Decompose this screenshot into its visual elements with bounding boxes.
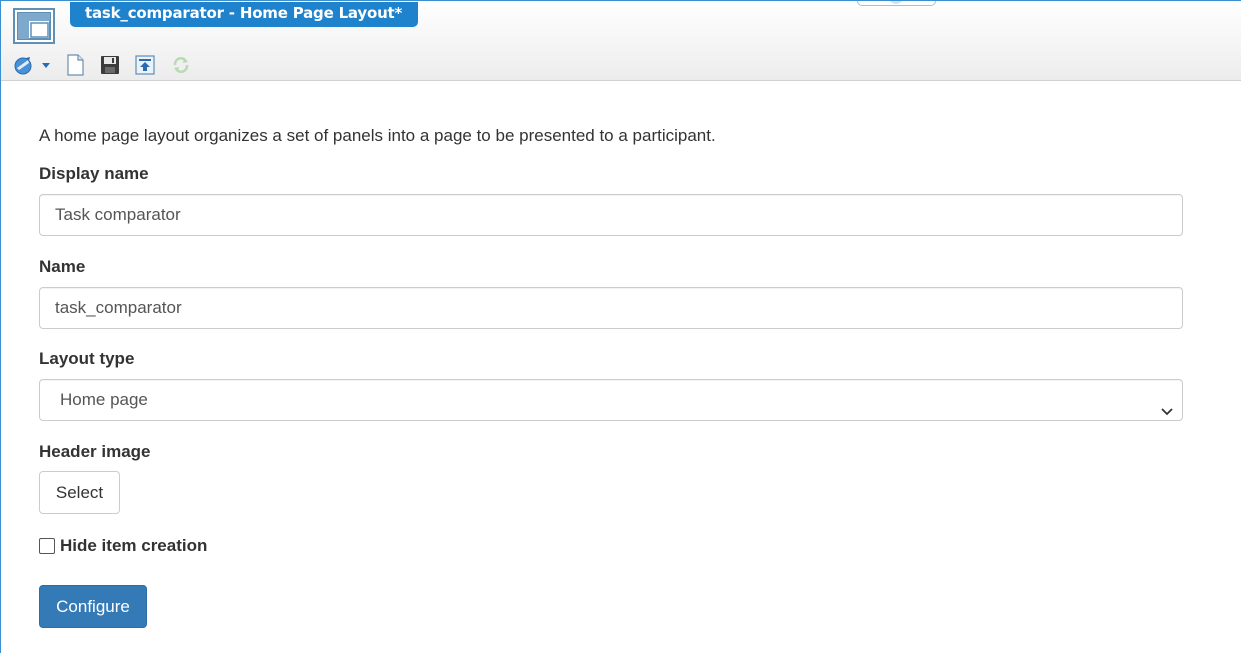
editor-title-tab[interactable]: task_comparator - Home Page Layout* bbox=[70, 2, 419, 27]
select-header-image-button[interactable]: Select bbox=[39, 471, 120, 514]
save-icon[interactable] bbox=[99, 54, 121, 76]
editor-header: task_comparator - Home Page Layout* bbox=[0, 0, 1241, 81]
wizard-icon[interactable] bbox=[11, 54, 35, 76]
publish-icon[interactable] bbox=[134, 54, 156, 76]
chevron-down-icon bbox=[1160, 393, 1174, 416]
header-image-label: Header image bbox=[39, 442, 151, 461]
display-name-input[interactable]: Task comparator bbox=[39, 194, 1183, 236]
display-name-label: Display name bbox=[39, 164, 149, 183]
dropdown-arrow-icon[interactable] bbox=[38, 54, 54, 76]
intro-text: A home page layout organizes a set of pa… bbox=[39, 126, 716, 145]
name-input[interactable]: task_comparator bbox=[39, 287, 1183, 329]
layout-editor-icon bbox=[13, 8, 55, 44]
layout-type-select[interactable]: Home page bbox=[39, 379, 1183, 421]
hide-item-creation-label[interactable]: Hide item creation bbox=[60, 536, 207, 556]
name-label: Name bbox=[39, 257, 86, 276]
layout-type-selected-value: Home page bbox=[60, 390, 148, 409]
layout-type-label: Layout type bbox=[39, 349, 135, 368]
configure-button[interactable]: Configure bbox=[39, 585, 147, 628]
hide-item-creation-checkbox[interactable] bbox=[39, 538, 55, 554]
refresh-icon[interactable] bbox=[170, 54, 192, 76]
new-document-icon[interactable] bbox=[64, 54, 86, 76]
top-collapse-tab[interactable] bbox=[857, 0, 936, 6]
